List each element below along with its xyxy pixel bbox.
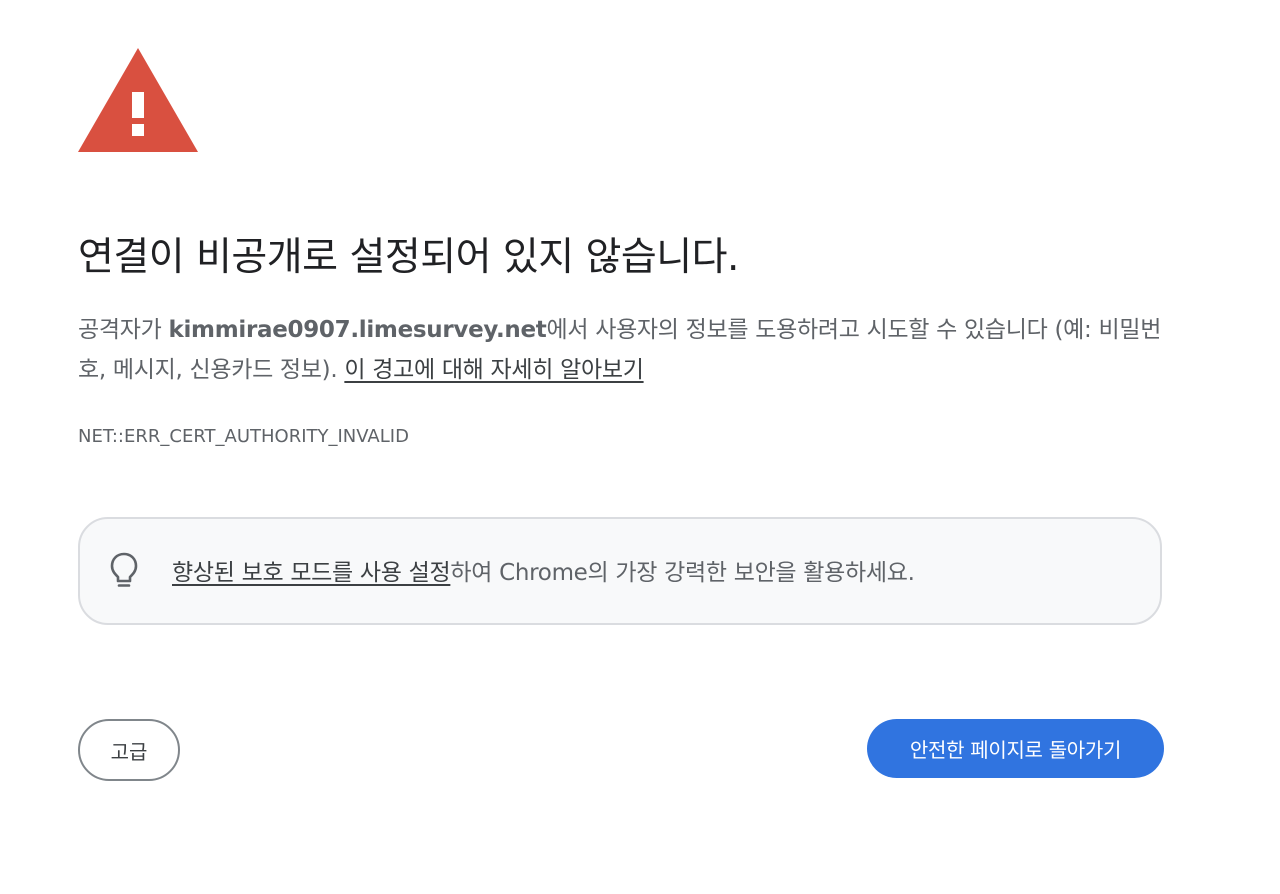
- warning-triangle-icon: [78, 48, 198, 152]
- error-code: NET::ERR_CERT_AUTHORITY_INVALID: [78, 426, 409, 447]
- enhanced-protection-text: 향상된 보호 모드를 사용 설정하여 Chrome의 가장 강력한 보안을 활용…: [172, 553, 915, 587]
- enhanced-protection-suffix: 하여 Chrome의 가장 강력한 보안을 활용하세요.: [450, 560, 915, 586]
- host-name: kimmirae0907.limesurvey.net: [168, 317, 547, 343]
- lightbulb-icon: [110, 552, 138, 587]
- advanced-button[interactable]: 고급: [78, 719, 180, 781]
- page-title: 연결이 비공개로 설정되어 있지 않습니다.: [78, 235, 739, 280]
- warning-description: 공격자가 kimmirae0907.limesurvey.net에서 사용자의 …: [78, 310, 1178, 390]
- enhanced-protection-promo: 향상된 보호 모드를 사용 설정하여 Chrome의 가장 강력한 보안을 활용…: [78, 517, 1162, 625]
- interstitial-page: 연결이 비공개로 설정되어 있지 않습니다. 공격자가 kimmirae0907…: [0, 0, 1280, 894]
- description-prefix: 공격자가: [78, 317, 169, 343]
- back-to-safety-button[interactable]: 안전한 페이지로 돌아가기: [867, 719, 1164, 778]
- learn-more-link[interactable]: 이 경고에 대해 자세히 알아보기: [344, 357, 644, 383]
- enhanced-protection-link[interactable]: 향상된 보호 모드를 사용 설정: [172, 560, 451, 586]
